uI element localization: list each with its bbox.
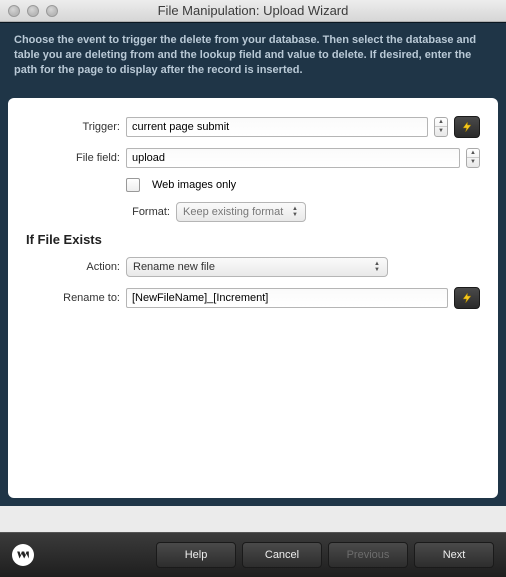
chevron-updown-icon: ▲▼ xyxy=(289,204,301,220)
minimize-icon[interactable] xyxy=(27,5,39,17)
previous-button: Previous xyxy=(328,542,408,568)
webimages-checkbox[interactable] xyxy=(126,178,140,192)
filefield-stepper[interactable]: ▲▼ xyxy=(466,148,480,168)
window-title: File Manipulation: Upload Wizard xyxy=(0,3,506,18)
cancel-button[interactable]: Cancel xyxy=(242,542,322,568)
brand-logo xyxy=(12,544,34,566)
titlebar: File Manipulation: Upload Wizard xyxy=(0,0,506,22)
format-label: Format: xyxy=(26,206,176,218)
content-wrap: Trigger: ▲▼ File field: ▲▼ Web images on… xyxy=(0,90,506,506)
lightning-icon xyxy=(461,120,473,134)
wizard-header: Choose the event to trigger the delete f… xyxy=(0,22,506,90)
trigger-label: Trigger: xyxy=(26,121,126,133)
close-icon[interactable] xyxy=(8,5,20,17)
window-controls xyxy=(8,5,58,17)
action-selected: Rename new file xyxy=(133,261,215,273)
filefield-input[interactable] xyxy=(126,148,460,168)
lightning-icon xyxy=(461,291,473,305)
filefield-label: File field: xyxy=(26,152,126,164)
logo-icon xyxy=(16,548,30,562)
rename-label: Rename to: xyxy=(26,292,126,304)
format-select[interactable]: Keep existing format ▲▼ xyxy=(176,202,306,222)
action-select[interactable]: Rename new file ▲▼ xyxy=(126,257,388,277)
rename-bolt-button[interactable] xyxy=(454,287,480,309)
help-button[interactable]: Help xyxy=(156,542,236,568)
action-label: Action: xyxy=(26,261,126,273)
trigger-stepper[interactable]: ▲▼ xyxy=(434,117,448,137)
zoom-icon[interactable] xyxy=(46,5,58,17)
footer: Help Cancel Previous Next xyxy=(0,532,506,577)
trigger-bolt-button[interactable] xyxy=(454,116,480,138)
chevron-updown-icon: ▲▼ xyxy=(371,259,383,275)
format-selected: Keep existing format xyxy=(183,206,283,218)
trigger-input[interactable] xyxy=(126,117,428,137)
next-button[interactable]: Next xyxy=(414,542,494,568)
rename-input[interactable] xyxy=(126,288,448,308)
section-title: If File Exists xyxy=(26,232,480,247)
instructions-text: Choose the event to trigger the delete f… xyxy=(14,33,492,78)
webimages-label: Web images only xyxy=(152,179,236,191)
form-panel: Trigger: ▲▼ File field: ▲▼ Web images on… xyxy=(8,98,498,498)
